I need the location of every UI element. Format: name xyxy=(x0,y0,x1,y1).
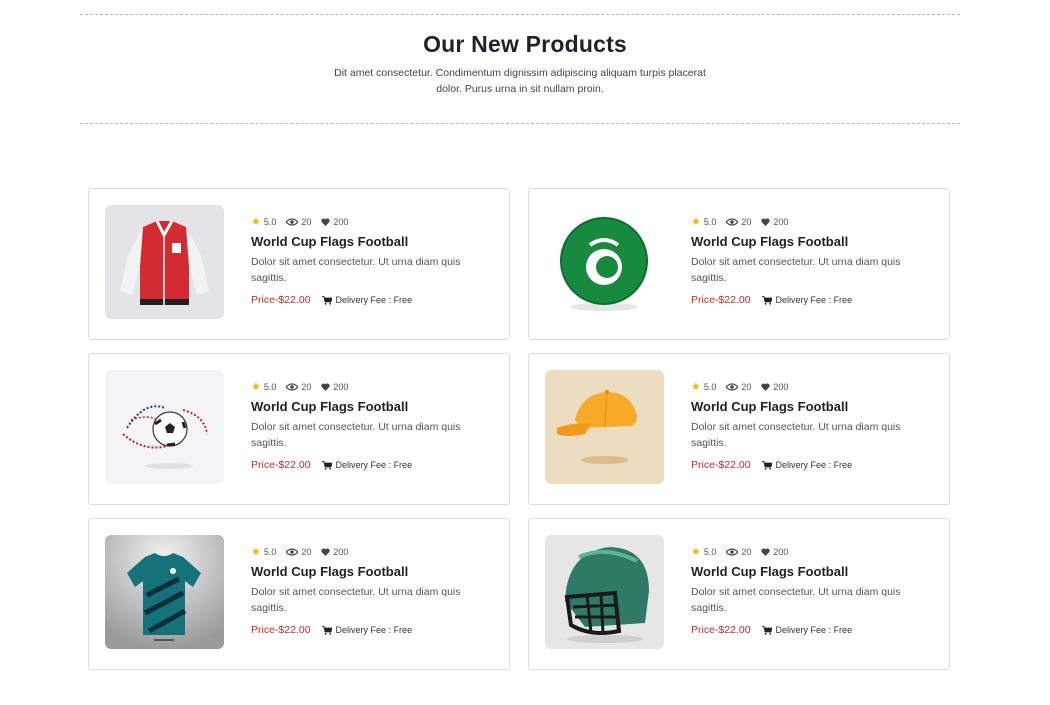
product-price: Price-$22.00 xyxy=(251,459,311,471)
star-icon: ★ xyxy=(251,380,261,393)
eye-icon xyxy=(726,218,739,226)
product-card[interactable]: ★ 5.0 20 200 World Cup Flags Football Dol… xyxy=(528,518,950,670)
likes-count: 200 xyxy=(773,382,789,392)
eye-icon xyxy=(286,218,299,226)
rating-value: 5.0 xyxy=(263,217,277,227)
views-count: 20 xyxy=(741,547,752,557)
cart-icon xyxy=(761,625,772,635)
cart-icon xyxy=(321,295,332,305)
likes-count: 200 xyxy=(333,382,349,392)
top-divider xyxy=(80,14,960,15)
product-price: Price-$22.00 xyxy=(691,459,751,471)
jersey-image[interactable] xyxy=(105,535,224,649)
orange-cap-image[interactable] xyxy=(545,370,664,484)
product-description: Dolor sit amet consectetur. Ut urna diam… xyxy=(251,421,461,449)
likes-count: 200 xyxy=(333,547,349,557)
rating-value: 5.0 xyxy=(263,382,277,392)
soccer-ball-image[interactable] xyxy=(105,370,224,484)
product-price: Price-$22.00 xyxy=(691,294,751,306)
product-card[interactable]: ★ 5.0 20 200 World Cup Flags Football Dol… xyxy=(88,353,510,505)
heart-icon xyxy=(761,383,771,391)
rating-value: 5.0 xyxy=(263,547,277,557)
product-name[interactable]: World Cup Flags Football xyxy=(691,564,931,579)
helmet-image[interactable] xyxy=(545,535,664,649)
likes-count: 200 xyxy=(333,217,349,227)
star-icon: ★ xyxy=(251,215,261,228)
cart-icon xyxy=(321,460,332,470)
green-ball-image[interactable] xyxy=(545,205,664,319)
section-title: Our New Products xyxy=(423,31,627,57)
product-price: Price-$22.00 xyxy=(251,294,311,306)
heart-icon xyxy=(321,218,331,226)
product-price: Price-$22.00 xyxy=(691,624,751,636)
rating-value: 5.0 xyxy=(703,547,717,557)
views-count: 20 xyxy=(741,217,752,227)
heart-icon xyxy=(321,383,331,391)
product-price: Price-$22.00 xyxy=(251,624,311,636)
product-card[interactable]: ★ 5.0 20 200 World Cup Flags Football Dol… xyxy=(88,188,510,340)
product-description: Dolor sit amet consectetur. Ut urna diam… xyxy=(691,421,901,449)
views-count: 20 xyxy=(301,382,312,392)
heart-icon xyxy=(761,548,771,556)
product-card[interactable]: ★ 5.0 20 200 World Cup Flags Football Dol… xyxy=(528,353,950,505)
cart-icon xyxy=(321,625,332,635)
eye-icon xyxy=(726,548,739,556)
views-count: 20 xyxy=(301,217,312,227)
delivery-fee: Delivery Fee : Free xyxy=(335,460,413,470)
eye-icon xyxy=(726,383,739,391)
delivery-fee: Delivery Fee : Free xyxy=(775,460,853,470)
star-icon: ★ xyxy=(691,215,701,228)
likes-count: 200 xyxy=(773,547,789,557)
delivery-fee: Delivery Fee : Free xyxy=(775,295,853,305)
star-icon: ★ xyxy=(691,380,701,393)
rating-value: 5.0 xyxy=(703,217,717,227)
product-name[interactable]: World Cup Flags Football xyxy=(251,399,491,414)
heart-icon xyxy=(321,548,331,556)
section-subtitle: Dit amet consectetur. Condimentum dignis… xyxy=(334,67,706,95)
delivery-fee: Delivery Fee : Free xyxy=(335,625,413,635)
star-icon: ★ xyxy=(691,545,701,558)
product-description: Dolor sit amet consectetur. Ut urna diam… xyxy=(691,256,901,284)
cart-icon xyxy=(761,295,772,305)
varsity-jacket-image[interactable] xyxy=(105,205,224,319)
product-name[interactable]: World Cup Flags Football xyxy=(691,234,931,249)
product-description: Dolor sit amet consectetur. Ut urna diam… xyxy=(251,586,461,614)
product-description: Dolor sit amet consectetur. Ut urna diam… xyxy=(691,586,901,614)
star-icon: ★ xyxy=(251,545,261,558)
cart-icon xyxy=(761,460,772,470)
rating-value: 5.0 xyxy=(703,382,717,392)
bottom-divider xyxy=(80,123,960,124)
delivery-fee: Delivery Fee : Free xyxy=(775,625,853,635)
product-description: Dolor sit amet consectetur. Ut urna diam… xyxy=(251,256,461,284)
product-name[interactable]: World Cup Flags Football xyxy=(251,564,491,579)
product-name[interactable]: World Cup Flags Football xyxy=(251,234,491,249)
product-card[interactable]: ★ 5.0 20 200 World Cup Flags Football Dol… xyxy=(88,518,510,670)
views-count: 20 xyxy=(301,547,312,557)
heart-icon xyxy=(761,218,771,226)
eye-icon xyxy=(286,383,299,391)
views-count: 20 xyxy=(741,382,752,392)
eye-icon xyxy=(286,548,299,556)
product-name[interactable]: World Cup Flags Football xyxy=(691,399,931,414)
product-card[interactable]: ★ 5.0 20 200 World Cup Flags Football Dol… xyxy=(528,188,950,340)
delivery-fee: Delivery Fee : Free xyxy=(335,295,413,305)
likes-count: 200 xyxy=(773,217,789,227)
